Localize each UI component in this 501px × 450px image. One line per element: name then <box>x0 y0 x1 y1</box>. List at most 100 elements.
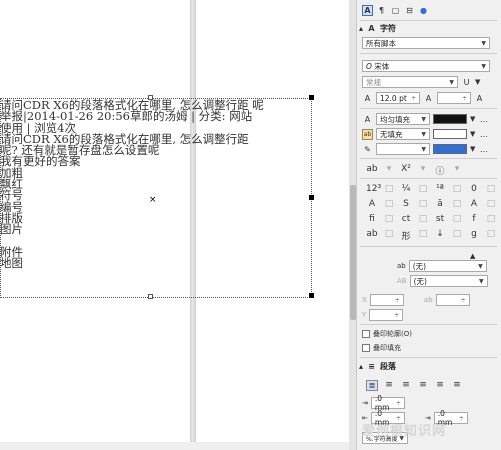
st-ligature-icon[interactable]: st <box>434 214 446 224</box>
case-value: (无) <box>413 276 427 286</box>
top-right-handle[interactable] <box>309 95 314 100</box>
char-section-icon: A <box>368 24 375 33</box>
font-type-icon: O <box>366 61 372 71</box>
script-select[interactable]: 所有脚本 ▼ <box>362 37 490 49</box>
para-section-header[interactable]: ▴ ≡ 段落 <box>359 361 396 372</box>
chevron-down-icon: ▼ <box>478 262 483 270</box>
collapse-arrow-icon[interactable]: ▲ <box>470 252 475 260</box>
align-left-icon[interactable]: ≡ <box>383 380 395 391</box>
bottom-right-handle[interactable] <box>309 293 314 298</box>
paragraph-text[interactable]: 请问CDR X6的段落格式化在哪里, 怎么调整行距 呢举报|2014-01-26… <box>0 99 308 269</box>
chevron-down-icon: ▼ <box>421 115 426 123</box>
para-section-icon: ≡ <box>368 362 375 371</box>
alignment-row: ≣ ≡ ≡ ≡ ≡ ≡ <box>366 380 463 391</box>
char-section-header[interactable]: ▴ A 字符 <box>359 23 396 34</box>
stylistic-icon[interactable]: A <box>468 199 480 209</box>
text-fill-icon: A <box>364 114 371 124</box>
dropdown-arrow[interactable]: ▼ <box>470 145 475 153</box>
rotate-input[interactable]: ÷ <box>435 294 470 306</box>
fraction-icon[interactable]: ¼ <box>400 184 412 194</box>
kerning-icon[interactable]: A <box>423 93 434 104</box>
paragraph-line: 符号 <box>0 188 23 203</box>
dropdown-arrow[interactable]: ▼ <box>470 130 475 138</box>
swash-icon[interactable]: S <box>400 199 412 209</box>
bg-color-swatch[interactable] <box>433 129 467 139</box>
align-center-icon[interactable]: ≡ <box>400 380 412 391</box>
fill-type-select[interactable]: 均匀填充 ▼ <box>376 113 430 125</box>
dropdown-arrow[interactable]: ▼ <box>470 115 475 123</box>
dropdown-arrow[interactable]: ▼ <box>475 78 480 86</box>
paragraph-line: 加粗 <box>0 165 23 180</box>
frame-tab-icon[interactable]: ▢ <box>390 5 401 16</box>
bottom-handle[interactable] <box>148 294 153 299</box>
underline-style-select[interactable]: (无) ▼ <box>408 260 487 272</box>
case-select[interactable]: (无) ▼ <box>409 275 488 287</box>
strikethrough-icon[interactable]: ab <box>366 164 378 177</box>
font-select[interactable]: O 宋体 ▼ <box>362 60 490 72</box>
chevron-down-icon: ▼ <box>449 78 454 86</box>
para-section-title: 段落 <box>380 362 397 371</box>
chevron-down-icon: ▼ <box>481 62 486 70</box>
superscript-icon[interactable]: X² <box>400 164 412 177</box>
kerning-input[interactable]: ÷ <box>437 92 471 104</box>
globe-icon[interactable]: ● <box>418 5 429 16</box>
outline-pen-icon: ✎ <box>364 144 371 154</box>
info-icon[interactable]: ⓘ <box>434 164 446 177</box>
collapse-icon: ▴ <box>359 24 364 33</box>
g-icon[interactable]: g <box>468 229 480 242</box>
horizontal-scrollbar[interactable] <box>0 442 349 450</box>
panel-tab-icons: A ¶ ▢ ⊟ ● <box>362 5 429 16</box>
shape-icon[interactable]: 形 <box>400 229 412 242</box>
char-tab-icon[interactable]: A <box>362 5 373 16</box>
f-icon[interactable]: f <box>468 214 480 224</box>
font-size-input[interactable]: 12.0 pt ÷ <box>376 92 420 104</box>
scrollbar-thumb[interactable] <box>350 185 356 320</box>
small-caps-icon[interactable]: A <box>366 199 378 209</box>
overprint-fill-checkbox[interactable] <box>362 344 370 352</box>
align-tab-icon[interactable]: ⊟ <box>404 5 415 16</box>
edit-outline-icon[interactable]: … <box>478 144 489 155</box>
para-tab-icon[interactable]: ¶ <box>376 5 387 16</box>
fill-type-value: 均匀填充 <box>380 114 410 124</box>
size-value: 12.0 pt <box>380 93 407 103</box>
align-right-icon[interactable]: ≡ <box>417 380 429 391</box>
alt-a-icon[interactable]: ā <box>434 199 446 209</box>
fi-ligature-icon[interactable]: fi <box>366 214 378 224</box>
divider <box>360 20 497 21</box>
paragraph-line: 排版 <box>0 210 23 225</box>
case-icon[interactable]: A <box>474 93 485 104</box>
justify-icon[interactable]: ≡ <box>434 380 446 391</box>
outline-select[interactable]: ▼ <box>376 143 430 155</box>
font-style-select[interactable]: 常规 ▼ <box>362 76 458 88</box>
edit-bg-icon[interactable]: … <box>478 129 489 140</box>
x-offset-input[interactable]: ÷ <box>369 294 404 306</box>
chevron-down-icon: ▼ <box>478 277 484 285</box>
ordinal-icon[interactable]: ¹ª <box>434 184 446 194</box>
numbers-icon[interactable]: 12³ <box>366 184 381 194</box>
right-handle[interactable] <box>309 195 314 200</box>
align-none-icon[interactable]: ≣ <box>366 380 378 391</box>
opentype-row-1: 12³ □ ¼ □ ¹ª □ 0 □ <box>366 184 496 194</box>
rotate-icon: ab <box>423 296 433 304</box>
y-offset-input[interactable]: ÷ <box>369 309 404 321</box>
y-offset-icon: Y <box>362 311 367 319</box>
size-icon: A <box>364 93 371 103</box>
fill-color-swatch[interactable] <box>433 114 467 124</box>
script-select-value: 所有脚本 <box>366 38 396 48</box>
force-justify-icon[interactable]: ≡ <box>451 380 463 391</box>
first-indent-input[interactable]: .0 mm ÷ <box>370 394 405 412</box>
ab-icon[interactable]: ab <box>366 229 378 242</box>
overprint-outline-checkbox[interactable] <box>362 330 370 338</box>
arrow-down-icon[interactable]: ↓ <box>434 229 446 242</box>
case-label: AB <box>397 277 407 285</box>
drawing-canvas[interactable]: × 请问CDR X6的段落格式化在哪里, 怎么调整行距 呢举报|2014-01-… <box>0 0 349 450</box>
zero-icon[interactable]: 0 <box>468 184 480 194</box>
opentype-row-2: A □ S □ ā □ A □ <box>366 199 497 209</box>
edit-fill-icon[interactable]: … <box>478 114 489 125</box>
bg-fill-select[interactable]: 无填充 ▼ <box>376 128 430 140</box>
opentype-row-3: fi □ ct □ st □ f □ <box>366 214 497 224</box>
ct-ligature-icon[interactable]: ct <box>400 214 412 224</box>
underline-icon[interactable]: U <box>461 77 472 88</box>
overprint-outline-label: 叠印轮廓(O) <box>373 330 412 338</box>
outline-color-swatch[interactable] <box>433 144 467 154</box>
